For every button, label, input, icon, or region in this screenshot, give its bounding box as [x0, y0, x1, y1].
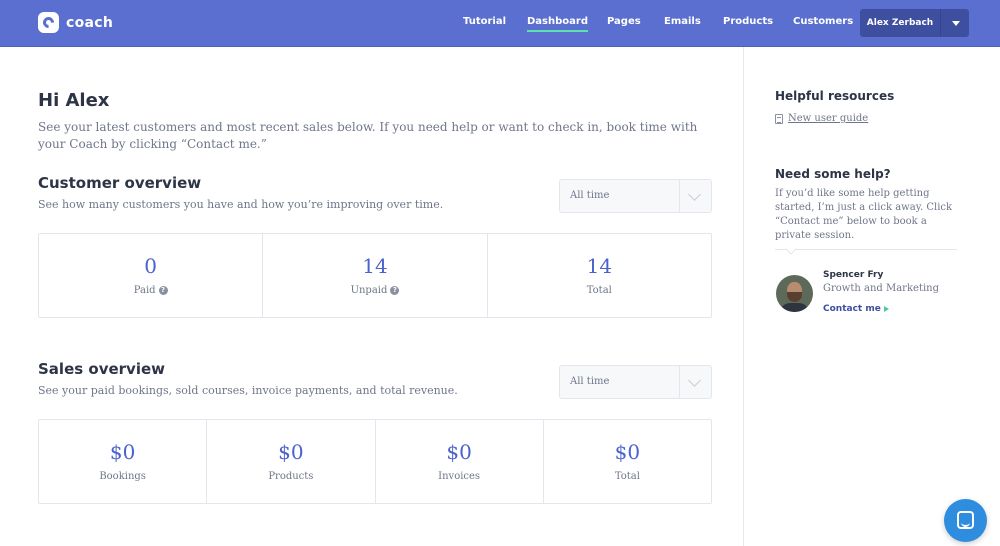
stat-invoices: $0 Invoices — [376, 420, 544, 503]
nav-customers[interactable]: Customers — [793, 16, 853, 27]
stat-label: Paid — [133, 285, 156, 296]
coach-role: Growth and Marketing — [823, 283, 939, 294]
avatar-beard — [787, 292, 802, 302]
stat-total-sales: $0 Total — [544, 420, 711, 503]
stat-value: 14 — [362, 254, 388, 278]
sales-stats: $0 Bookings $0 Products $0 Invoices $0 T… — [38, 419, 712, 504]
logo[interactable]: coach — [38, 12, 113, 33]
stat-label: Unpaid — [350, 285, 388, 296]
stat-value: 0 — [144, 254, 158, 278]
sales-overview-subtitle: See your paid bookings, sold courses, in… — [38, 384, 458, 397]
caret-down-icon[interactable] — [940, 9, 969, 37]
stat-value: $0 — [109, 440, 136, 464]
stat-label-row: Unpaid ? — [263, 285, 486, 296]
help-text: If you’d like some help getting started,… — [775, 188, 953, 241]
nav-dashboard[interactable]: Dashboard — [527, 16, 588, 32]
chevron-down-icon[interactable] — [688, 188, 701, 201]
sales-overview-title: Sales overview — [38, 360, 165, 378]
stat-value: 14 — [586, 254, 613, 278]
top-navbar: coach Tutorial Dashboard Pages Emails Pr… — [0, 0, 1000, 47]
nav-tutorial[interactable]: Tutorial — [463, 16, 506, 27]
intro-text: See your latest customers and most recen… — [38, 120, 698, 151]
nav-emails[interactable]: Emails — [664, 16, 701, 27]
stat-value: $0 — [278, 440, 304, 464]
customer-time-filter[interactable]: All time — [559, 179, 712, 213]
document-icon — [775, 113, 783, 124]
stat-label: Total — [586, 285, 612, 296]
customer-time-filter-value: All time — [570, 190, 610, 201]
sales-time-filter-value: All time — [570, 376, 610, 387]
stat-value: $0 — [614, 440, 641, 464]
helpful-resources-title: Helpful resources — [775, 89, 895, 103]
question-icon[interactable]: ? — [390, 286, 400, 295]
page-title: Hi Alex — [38, 90, 110, 111]
sales-time-filter[interactable]: All time — [559, 365, 712, 399]
coach-name: Spencer Fry — [823, 270, 884, 280]
stat-total-customers: 14 Total — [488, 234, 711, 317]
nav-products[interactable]: Products — [723, 16, 773, 27]
question-icon[interactable]: ? — [158, 286, 168, 295]
user-name[interactable]: Alex Zerbach — [860, 9, 940, 37]
sidebar-divider — [743, 47, 744, 546]
sidebar-separator — [775, 249, 957, 250]
contact-me-label[interactable]: Contact me — [823, 304, 881, 314]
customer-overview-subtitle: See how many customers you have and how … — [38, 198, 444, 211]
chat-icon — [957, 511, 974, 529]
logo-text: coach — [66, 14, 114, 31]
stat-paid: 0 Paid ? — [39, 234, 264, 317]
select-separator — [679, 366, 680, 398]
stat-label-row: Total — [488, 285, 711, 296]
stat-bookings: $0 Bookings — [39, 420, 208, 503]
arrow-right-icon — [883, 306, 889, 312]
contact-me-link[interactable]: Contact me — [823, 304, 889, 314]
stat-label: Total — [614, 471, 640, 482]
avatar — [776, 275, 813, 312]
need-help-title: Need some help? — [775, 167, 891, 181]
stat-products: $0 Products — [207, 420, 376, 503]
stat-label: Bookings — [99, 471, 146, 482]
select-separator — [679, 180, 680, 212]
nav-pages[interactable]: Pages — [607, 16, 641, 27]
stat-unpaid: 14 Unpaid ? — [263, 234, 488, 317]
stat-label: Invoices — [438, 471, 481, 482]
customer-stats: 0 Paid ? 14 Unpaid ? 14 Total — [38, 233, 712, 318]
chevron-down-icon[interactable] — [688, 374, 701, 387]
new-user-guide-link[interactable]: New user guide — [775, 113, 868, 124]
avatar-shirt — [780, 303, 809, 312]
user-menu[interactable]: Alex Zerbach — [860, 9, 969, 37]
stat-label: Products — [268, 471, 314, 482]
customer-overview-title: Customer overview — [38, 174, 202, 192]
stat-label-row: Paid ? — [39, 285, 262, 296]
coach-logo-icon — [38, 12, 59, 33]
new-user-guide-label[interactable]: New user guide — [788, 113, 868, 124]
stat-value: $0 — [446, 440, 472, 464]
chat-launcher-button[interactable] — [944, 499, 987, 542]
